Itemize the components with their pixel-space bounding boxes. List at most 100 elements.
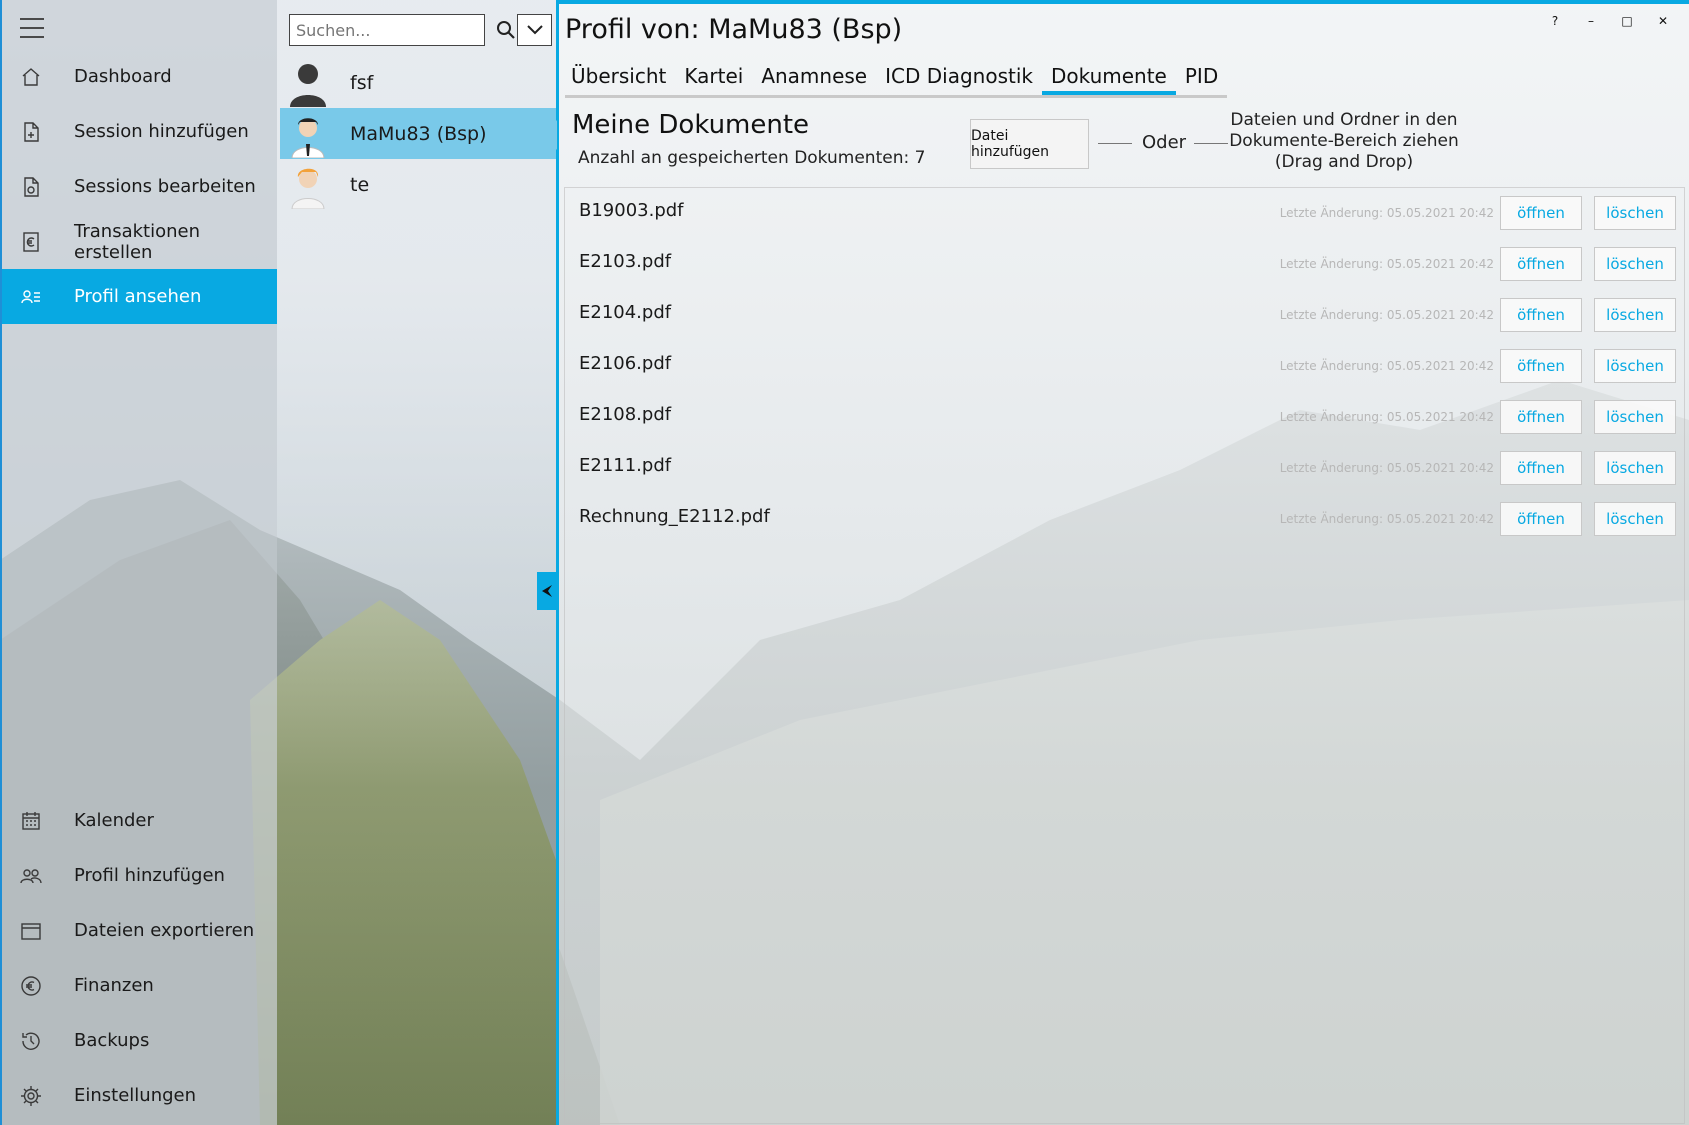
or-label: Oder [1142, 132, 1187, 153]
minimize-button[interactable]: – [1573, 10, 1609, 32]
tab-anamnese[interactable]: Anamnese [752, 62, 876, 95]
profile-item-fsf[interactable]: fsf [280, 57, 556, 108]
document-add-icon [20, 121, 42, 143]
delete-document-button[interactable]: löschen [1594, 247, 1676, 281]
tab-pid[interactable]: PID [1176, 62, 1227, 95]
add-file-button[interactable]: Datei hinzufügen [970, 119, 1089, 169]
maximize-button[interactable]: □ [1609, 10, 1645, 32]
nav-item-dashboard[interactable]: Dashboard [2, 49, 277, 104]
nav-item-einstellungen[interactable]: Einstellungen [2, 1068, 277, 1123]
open-document-button[interactable]: öffnen [1500, 349, 1582, 383]
delete-document-button[interactable]: löschen [1594, 400, 1676, 434]
document-count: Anzahl an gespeicherten Dokumenten: 7 [578, 148, 926, 168]
nav-item-label: Dateien exportieren [74, 920, 255, 941]
drag-drop-line: (Drag and Drop) [1274, 152, 1414, 172]
delete-document-button[interactable]: löschen [1594, 349, 1676, 383]
delete-document-button[interactable]: löschen [1594, 451, 1676, 485]
search-icon[interactable] [496, 16, 516, 44]
gear-icon [20, 1085, 42, 1107]
nav-item-label: Finanzen [74, 975, 154, 996]
drag-drop-line: Dokumente-Bereich ziehen [1229, 131, 1459, 151]
profile-item-mamu83[interactable]: MaMu83 (Bsp) [280, 108, 556, 159]
hamburger-menu-icon[interactable] [20, 18, 44, 38]
document-name: E2108.pdf [579, 404, 672, 425]
section-title: Meine Dokumente [572, 110, 810, 140]
delete-document-button[interactable]: löschen [1594, 502, 1676, 536]
home-icon [20, 66, 42, 88]
blonde-avatar [291, 168, 325, 209]
nav-item-session-hinzufuegen[interactable]: Session hinzufügen [2, 104, 277, 159]
tab-kartei[interactable]: Kartei [675, 62, 752, 95]
nav-item-sessions-bearbeiten[interactable]: Sessions bearbeiten [2, 159, 277, 214]
document-row: E2108.pdf Letzte Änderung: 05.05.2021 20… [565, 392, 1684, 443]
chevron-down-icon [526, 25, 543, 35]
document-name: E2104.pdf [579, 302, 672, 323]
main-panel: ? – □ ✕ Profil von: MaMu83 (Bsp) Übersic… [556, 0, 1689, 1125]
document-row: Rechnung_E2112.pdf Letzte Änderung: 05.0… [565, 494, 1684, 545]
drag-drop-line: Dateien und Ordner in den [1230, 110, 1458, 130]
document-name: Rechnung_E2112.pdf [579, 506, 770, 527]
profile-item-te[interactable]: te [280, 159, 556, 210]
profile-tabs: Übersicht Kartei Anamnese ICD Diagnostik… [565, 62, 1228, 98]
document-edit-icon [20, 176, 42, 198]
open-document-button[interactable]: öffnen [1500, 502, 1582, 536]
nav-item-backups[interactable]: Backups [2, 1013, 277, 1068]
tab-dokumente[interactable]: Dokumente [1041, 62, 1176, 95]
nav-item-profil-ansehen[interactable]: Profil ansehen [2, 269, 277, 324]
help-button[interactable]: ? [1537, 10, 1573, 32]
divider-line [1098, 143, 1132, 144]
collapse-panel-button[interactable] [537, 572, 557, 610]
profile-filter-dropdown[interactable] [517, 14, 552, 46]
search-input[interactable] [290, 15, 496, 45]
document-row: E2104.pdf Letzte Änderung: 05.05.2021 20… [565, 290, 1684, 341]
open-document-button[interactable]: öffnen [1500, 247, 1582, 281]
open-document-button[interactable]: öffnen [1500, 196, 1582, 230]
export-box-icon [20, 920, 42, 942]
tab-icd-diagnostik[interactable]: ICD Diagnostik [876, 62, 1042, 95]
nav-item-label: Kalender [74, 810, 154, 831]
open-document-button[interactable]: öffnen [1500, 400, 1582, 434]
silhouette-avatar [290, 63, 326, 107]
delete-document-button[interactable]: löschen [1594, 196, 1676, 230]
document-name: E2103.pdf [579, 251, 672, 272]
document-row: E2106.pdf Letzte Änderung: 05.05.2021 20… [565, 341, 1684, 392]
nav-item-label: Sessions bearbeiten [74, 176, 256, 197]
close-button[interactable]: ✕ [1645, 10, 1681, 32]
euro-document-icon [20, 231, 42, 253]
window-controls: ? – □ ✕ [1537, 10, 1681, 32]
document-modified: Letzte Änderung: 05.05.2021 20:42 [1279, 206, 1494, 220]
nav-item-label: Transaktionen erstellen [74, 220, 200, 263]
document-row: E2111.pdf Letzte Änderung: 05.05.2021 20… [565, 443, 1684, 494]
nav-item-finanzen[interactable]: Finanzen [2, 958, 277, 1013]
nav-item-profil-hinzufuegen[interactable]: Profil hinzufügen [2, 848, 277, 903]
nav-item-dateien-exportieren[interactable]: Dateien exportieren [2, 903, 277, 958]
document-modified: Letzte Änderung: 05.05.2021 20:42 [1279, 461, 1494, 475]
delete-document-button[interactable]: löschen [1594, 298, 1676, 332]
nav-item-label: Session hinzufügen [74, 121, 249, 142]
search-box [289, 14, 515, 46]
document-modified: Letzte Änderung: 05.05.2021 20:42 [1279, 512, 1494, 526]
selected-profile-indicator [544, 120, 557, 150]
open-document-button[interactable]: öffnen [1500, 298, 1582, 332]
nav-item-label: Einstellungen [74, 1085, 197, 1106]
document-drop-area[interactable]: B19003.pdf Letzte Änderung: 05.05.2021 2… [564, 187, 1685, 1124]
profile-list-panel: fsf MaMu83 (Bsp) te [277, 0, 556, 1125]
businessman-avatar [291, 117, 325, 158]
document-row: E2103.pdf Letzte Änderung: 05.05.2021 20… [565, 239, 1684, 290]
nav-item-label: Backups [74, 1030, 150, 1051]
document-modified: Letzte Änderung: 05.05.2021 20:42 [1279, 308, 1494, 322]
profile-name: MaMu83 (Bsp) [350, 122, 487, 145]
document-row: B19003.pdf Letzte Änderung: 05.05.2021 2… [565, 188, 1684, 239]
open-document-button[interactable]: öffnen [1500, 451, 1582, 485]
document-modified: Letzte Änderung: 05.05.2021 20:42 [1279, 257, 1494, 271]
nav-item-label: Dashboard [74, 66, 172, 87]
profile-list-icon [20, 286, 42, 308]
arrow-left-icon [542, 585, 552, 597]
nav-item-kalender[interactable]: Kalender [2, 793, 277, 848]
nav-item-transaktionen-erstellen[interactable]: Transaktionen erstellen [2, 214, 277, 269]
history-icon [20, 1030, 42, 1052]
tab-uebersicht[interactable]: Übersicht [565, 62, 675, 95]
add-users-icon [20, 865, 42, 887]
document-name: E2106.pdf [579, 353, 672, 374]
page-title: Profil von: MaMu83 (Bsp) [565, 14, 903, 45]
